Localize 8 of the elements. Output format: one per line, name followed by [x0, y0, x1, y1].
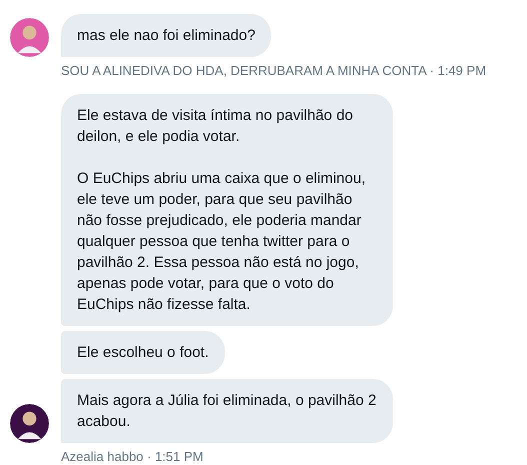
message-text: O EuChips abriu uma caixa que o eliminou, ele teve um poder, para que seu pavilhão não fosse prejudicado, ele poderia mandar qualquer pessoa que tenha twitter para o pavilhão 2. Essa pessoa não está no jogo, apenas pode votar, para que o voto do EuChips não fizesse falta. — [77, 169, 366, 315]
message-meta: SOU A ALINEDIVA DO HDA, DERRUBARAM A MINHA CONTA · 1:49 PM — [61, 63, 488, 78]
message-text: Mais agora a Júlia foi eliminada, o pavilhão 2 acabou. — [77, 391, 377, 432]
message-text: Ele estava de visita íntima no pavilhão do deilon, e ele podia votar. — [77, 106, 354, 147]
message-text: Ele escolheu o foot. — [77, 343, 209, 363]
avatar[interactable] — [10, 404, 49, 443]
message-text: mas ele nao foi eliminado? — [77, 26, 256, 46]
message-meta: Azealia habbo · 1:51 PM — [61, 449, 204, 464]
